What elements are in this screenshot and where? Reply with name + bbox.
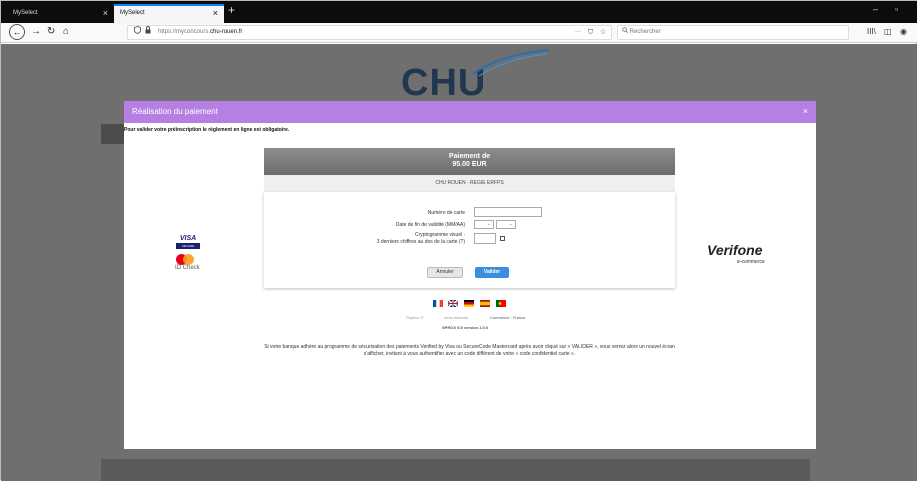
url-text: https://myconcours.chu-rouen.fr xyxy=(158,29,243,35)
infos-link[interactable]: Infos Absents xyxy=(444,315,468,320)
forward-button[interactable]: → xyxy=(31,26,41,37)
maximize-button[interactable]: ▫ xyxy=(895,4,898,14)
expiry-year-select[interactable]: ⌄ xyxy=(496,220,516,229)
version-text: SPROX 5.5 version 1.0.0 xyxy=(442,325,489,330)
validate-button[interactable]: Valider xyxy=(475,267,509,278)
payment-notice: Pour valider votre préinscription le règ… xyxy=(124,127,290,133)
cancel-button[interactable]: Annuler xyxy=(427,267,463,278)
cvv-label-line2: 3 derniers chiffres au dos de la carte (… xyxy=(376,239,465,245)
url-bar[interactable]: https://myconcours.chu-rouen.fr ··· ⛉ ☆ xyxy=(127,25,612,40)
flag-spain-icon[interactable] xyxy=(480,300,490,307)
new-tab-button[interactable]: + xyxy=(228,3,235,17)
modal-title: Réalisation du paiement xyxy=(132,107,218,116)
verifone-logo: Verifone xyxy=(707,242,763,258)
expiry-month-select[interactable]: ⌄ xyxy=(474,220,494,229)
close-icon[interactable]: × xyxy=(803,106,808,116)
cvv-label-line1: Cryptogramme visuel : xyxy=(414,232,465,238)
account-icon[interactable]: ◉ xyxy=(900,27,907,36)
back-button[interactable]: ← xyxy=(9,24,25,40)
browser-window: MySelect × MySelect × + – ▫ ← → ↻ ⌂ http… xyxy=(0,0,917,481)
library-icon[interactable]: III\ xyxy=(867,27,876,36)
search-icon xyxy=(622,27,630,35)
logo-swoosh-icon xyxy=(472,49,550,77)
search-input[interactable]: Rechercher xyxy=(617,25,849,40)
bookmark-star-icon[interactable]: ☆ xyxy=(600,26,606,39)
search-placeholder: Rechercher xyxy=(629,29,661,35)
tab-bar: MySelect × MySelect × + – ▫ xyxy=(1,1,917,23)
cvv-help-checkbox[interactable] xyxy=(500,236,505,241)
sidebar-icon[interactable]: ◫ xyxy=(884,27,892,36)
tab-myselect-2[interactable]: MySelect × xyxy=(114,4,224,23)
expiry-label: Date de fin de validité (MM/AA) xyxy=(395,222,465,228)
payment-amount: 95.00 EUR xyxy=(452,161,487,168)
card-form: Numéro de carte Date de fin de validité … xyxy=(264,192,675,288)
navigation-bar: ← → ↻ ⌂ https://myconcours.chu-rouen.fr … xyxy=(1,23,917,43)
close-icon[interactable]: × xyxy=(103,8,108,18)
paybox-link[interactable]: Paybox ® xyxy=(406,315,423,320)
more-icon[interactable]: ··· xyxy=(575,26,581,39)
merchant-name: CHU ROUEN - REGIE ERFPS xyxy=(264,175,675,192)
tab-label: MySelect xyxy=(13,10,38,16)
page-footer-band xyxy=(101,459,810,481)
payment-heading: Paiement de xyxy=(448,153,491,160)
commerce-link[interactable]: Commerce : France xyxy=(490,315,525,320)
lock-icon[interactable] xyxy=(145,26,151,39)
shield-icon[interactable] xyxy=(134,26,141,39)
minimize-button[interactable]: – xyxy=(873,4,878,14)
cvv-input[interactable] xyxy=(474,233,496,244)
flag-uk-icon[interactable] xyxy=(448,300,458,307)
tab-myselect-1[interactable]: MySelect × xyxy=(7,4,114,23)
payment-modal: Réalisation du paiement × Pour valider v… xyxy=(124,101,816,449)
close-icon[interactable]: × xyxy=(213,8,218,18)
security-footnote: Si votre banque adhère au programme de s… xyxy=(264,344,675,357)
mastercard-icon xyxy=(176,254,194,265)
payment-header: Paiement de 95.00 EUR xyxy=(264,148,675,175)
card-number-label: Numéro de carte xyxy=(427,210,465,216)
visa-secure-logo: VISA SECURE xyxy=(176,235,200,253)
ecommerce-label: e-commerce xyxy=(737,259,765,265)
flag-portugal-icon[interactable] xyxy=(496,300,506,307)
idcheck-label: ID Check xyxy=(175,265,200,271)
modal-header: Réalisation du paiement × xyxy=(124,101,816,123)
flag-france-icon[interactable] xyxy=(433,300,443,307)
reload-button[interactable]: ↻ xyxy=(47,26,55,37)
home-button[interactable]: ⌂ xyxy=(63,26,69,37)
flag-germany-icon[interactable] xyxy=(464,300,474,307)
tab-label: MySelect xyxy=(120,10,145,16)
card-number-input[interactable] xyxy=(474,207,542,217)
pocket-icon[interactable]: ⛉ xyxy=(588,26,593,39)
